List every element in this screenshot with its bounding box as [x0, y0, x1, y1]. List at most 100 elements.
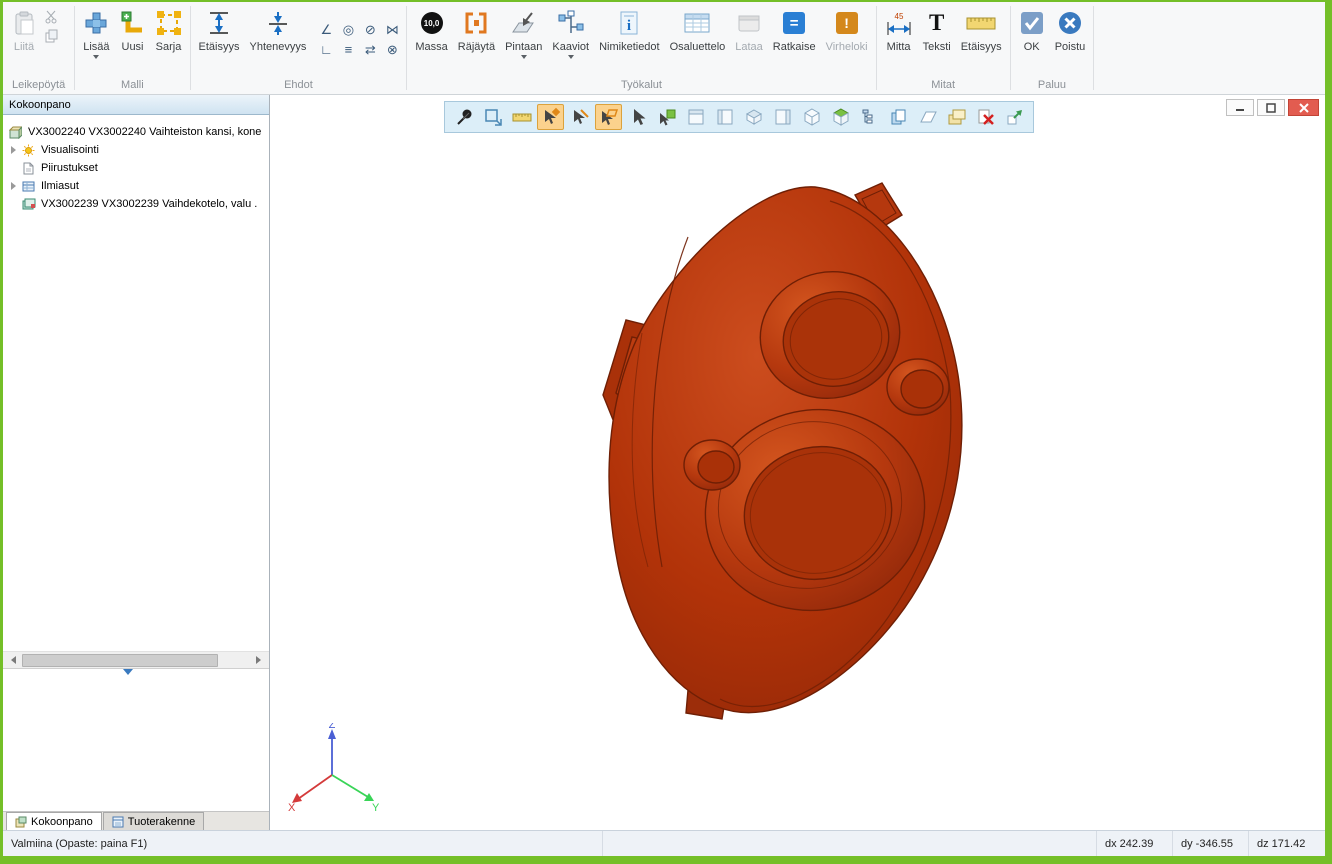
- tree-item-piirustukset[interactable]: Piirustukset: [3, 159, 269, 177]
- horizontal-scrollbar[interactable]: [3, 651, 269, 668]
- ratkaise-button[interactable]: = Ratkaise: [768, 4, 821, 74]
- tree-item-label: VX3002240 VX3002240 Vaihteiston kansi, k…: [28, 126, 261, 138]
- perpendicular-constraint-icon[interactable]: ∟: [315, 40, 337, 60]
- expand-arrow-icon[interactable]: [9, 146, 22, 154]
- gearbox-cover-model[interactable]: [270, 95, 1325, 830]
- concentric-constraint-icon[interactable]: ◎: [337, 20, 359, 40]
- ribbon-group-leikepoyta: Liitä Leikepöytä: [3, 2, 74, 94]
- mitta-label: Mitta: [887, 41, 911, 53]
- view-face-top-icon[interactable]: [740, 104, 767, 130]
- delete-view-icon[interactable]: [972, 104, 999, 130]
- view-face-right-icon[interactable]: [769, 104, 796, 130]
- lisaa-label: Lisää: [83, 41, 109, 53]
- massa-label: Massa: [415, 41, 447, 53]
- pintaan-label: Pintaan: [505, 41, 542, 53]
- ribbon-group-mitat: 45 Mitta T Teksti Etäisyys Mitat: [877, 2, 1010, 94]
- svg-text:i: i: [627, 18, 631, 34]
- yhtenevyys-button[interactable]: Yhtenevyys: [244, 4, 311, 74]
- tree-item-visualisointi[interactable]: Visualisointi: [3, 141, 269, 159]
- etaisyys-mitta-label: Etäisyys: [961, 41, 1002, 53]
- lataa-button[interactable]: Lataa: [730, 4, 768, 74]
- teksti-button[interactable]: T Teksti: [918, 4, 956, 74]
- copy-button[interactable]: [42, 28, 60, 44]
- tree-item-root[interactable]: VX3002240 VX3002240 Vaihteiston kansi, k…: [3, 123, 269, 141]
- sarja-button[interactable]: Sarja: [151, 4, 187, 74]
- view-cube-shaded-icon[interactable]: [827, 104, 854, 130]
- assembly-tree: VX3002240 VX3002240 Vaihteiston kansi, k…: [3, 115, 269, 651]
- fit-view-icon[interactable]: [479, 104, 506, 130]
- close-button[interactable]: [1288, 99, 1319, 116]
- view-face-left-icon[interactable]: [711, 104, 738, 130]
- status-dx: dx 242.39: [1097, 831, 1173, 856]
- lock-constraint-icon[interactable]: ⊗: [381, 40, 403, 60]
- osaluettelo-button[interactable]: Osaluettelo: [665, 4, 731, 74]
- constraint-icon-grid: ∠ ◎ ⊘ ⋈ ∟ ≡ ⇄ ⊗: [315, 20, 403, 60]
- etaisyys-mitta-button[interactable]: Etäisyys: [956, 4, 1007, 74]
- tree-item-label: Piirustukset: [41, 162, 98, 174]
- snap-edge-icon[interactable]: [566, 104, 593, 130]
- mass-icon: 10,0: [421, 12, 443, 34]
- scrollbar-thumb[interactable]: [22, 654, 218, 667]
- nimiketiedot-button[interactable]: i Nimiketiedot: [594, 4, 665, 74]
- tab-kokoonpano[interactable]: Kokoonpano: [6, 812, 102, 830]
- svg-text:45: 45: [894, 12, 903, 21]
- tab-tuoterakenne[interactable]: Tuoterakenne: [103, 812, 204, 830]
- mitta-button[interactable]: 45 Mitta: [880, 4, 918, 74]
- work-plane-icon[interactable]: [914, 104, 941, 130]
- cut-button[interactable]: [42, 9, 60, 25]
- sheet-set-icon[interactable]: [943, 104, 970, 130]
- tree-item-part[interactable]: VX3002239 VX3002239 Vaihdekotelo, valu .: [3, 195, 269, 213]
- paste-button[interactable]: Liitä: [6, 4, 42, 74]
- minimize-button[interactable]: [1226, 99, 1254, 116]
- kaaviot-button[interactable]: Kaaviot: [547, 4, 594, 74]
- symmetric-constraint-icon[interactable]: ⋈: [381, 20, 403, 40]
- copy-view-icon[interactable]: [885, 104, 912, 130]
- 3d-viewport[interactable]: Z X Y: [270, 95, 1325, 830]
- virheloki-button[interactable]: ! Virheloki: [821, 4, 873, 74]
- snap-face-icon[interactable]: [595, 104, 622, 130]
- group-label-malli: Malli: [78, 79, 186, 94]
- view-cube-icon[interactable]: [798, 104, 825, 130]
- close-icon: [1299, 103, 1309, 113]
- poistu-button[interactable]: Poistu: [1050, 4, 1091, 74]
- view-face-front-icon[interactable]: [682, 104, 709, 130]
- pintaan-button[interactable]: Pintaan: [500, 4, 547, 74]
- pin-icon[interactable]: [450, 104, 477, 130]
- angle-constraint-icon[interactable]: ∠: [315, 20, 337, 40]
- etaisyys-ehto-button[interactable]: Etäisyys: [194, 4, 245, 74]
- status-spacer: [603, 831, 1097, 856]
- select-cursor-icon[interactable]: [624, 104, 651, 130]
- chevron-down-icon: [93, 55, 99, 62]
- tangent-constraint-icon[interactable]: ⊘: [359, 20, 381, 40]
- parallel-constraint-icon[interactable]: ≡: [337, 40, 359, 60]
- tree-item-label: Ilmiasut: [41, 180, 79, 192]
- maximize-button[interactable]: [1257, 99, 1285, 116]
- schematic-icon: [558, 8, 584, 38]
- snap-vertex-icon[interactable]: [537, 104, 564, 130]
- sarja-label: Sarja: [156, 41, 182, 53]
- uusi-label: Uusi: [122, 41, 144, 53]
- tree-item-ilmiasut[interactable]: Ilmiasut: [3, 177, 269, 195]
- paste-label: Liitä: [14, 41, 34, 53]
- viewport-toolbar: [444, 101, 1034, 133]
- app-window: Liitä Leikepöytä: [0, 0, 1332, 864]
- chevron-down-icon: [568, 55, 574, 62]
- measure-ruler-icon[interactable]: [508, 104, 535, 130]
- massa-button[interactable]: 10,0 Massa: [410, 4, 452, 74]
- copy-icon: [44, 29, 58, 43]
- expand-arrow-icon[interactable]: [9, 182, 22, 190]
- align-constraint-icon[interactable]: ⇄: [359, 40, 381, 60]
- scroll-right-icon[interactable]: [252, 652, 269, 669]
- splitter-marker-icon[interactable]: [123, 669, 133, 680]
- export-view-icon[interactable]: [1001, 104, 1028, 130]
- lisaa-button[interactable]: Lisää: [78, 4, 114, 74]
- sun-icon: [22, 144, 37, 157]
- feature-tree-icon[interactable]: [856, 104, 883, 130]
- scroll-left-icon[interactable]: [3, 652, 20, 669]
- configurations-icon: [22, 180, 37, 193]
- rajayta-button[interactable]: Räjäytä: [453, 4, 500, 74]
- uusi-button[interactable]: Uusi: [115, 4, 151, 74]
- ok-button[interactable]: OK: [1014, 4, 1050, 74]
- select-area-icon[interactable]: [653, 104, 680, 130]
- scrollbar-track[interactable]: [20, 652, 252, 669]
